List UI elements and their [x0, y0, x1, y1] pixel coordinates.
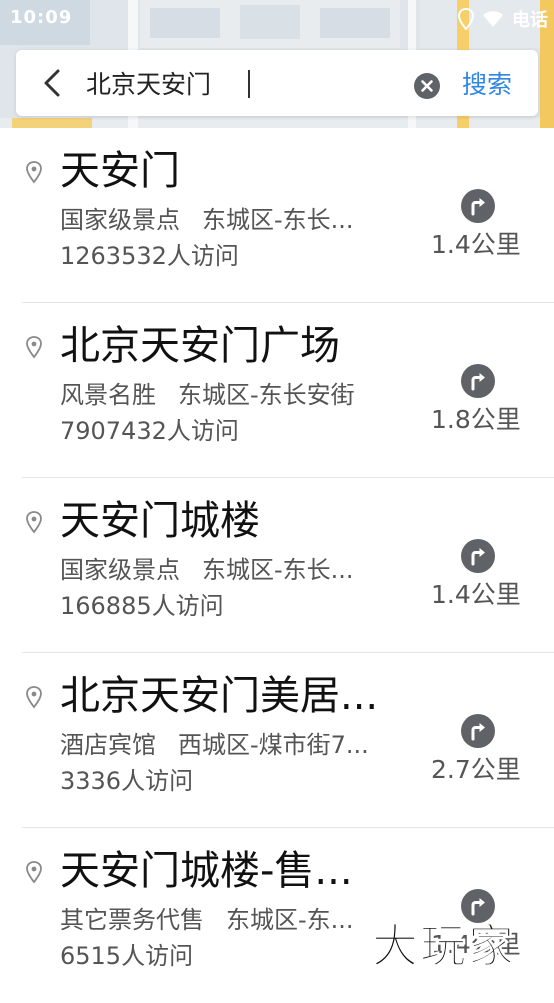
navigation-arrow-icon[interactable]	[460, 363, 496, 399]
result-item[interactable]: 天安门 国家级景点 东城区-东长... 1263532人访问 1.4公里	[0, 128, 554, 303]
result-visits: 166885人访问	[60, 592, 224, 620]
result-address: 东城区-东...	[226, 906, 354, 934]
clear-icon	[421, 80, 433, 92]
result-meta: 风景名胜 东城区-东长安街	[60, 379, 405, 411]
chevron-left-icon[interactable]	[36, 65, 72, 101]
navigation-arrow-icon[interactable]	[460, 538, 496, 574]
result-category: 国家级景点	[60, 556, 180, 584]
result-title: 天安门城楼	[60, 498, 260, 544]
result-distance: 1.4公里	[431, 580, 521, 609]
location-pin-icon	[26, 336, 42, 359]
result-title: 北京天安门广场	[60, 323, 340, 369]
result-distance: 1.4公里	[431, 230, 521, 259]
location-pin-icon	[26, 161, 42, 184]
status-time: 10:09	[10, 7, 73, 28]
result-item[interactable]: 北京天安门广场 风景名胜 东城区-东长安街 7907432人访问 1.8公里	[0, 303, 554, 478]
result-item[interactable]: 北京天安门美居... 酒店宾馆 西城区-煤市街7... 3336人访问 2.7公里	[0, 653, 554, 828]
text-caret	[248, 70, 250, 98]
status-right-text: 电话	[512, 10, 548, 31]
result-meta: 其它票务代售 东城区-东...	[60, 904, 405, 936]
result-distance: 1.8公里	[431, 405, 521, 434]
location-status-icon	[458, 8, 474, 30]
result-title: 天安门	[60, 148, 180, 194]
result-visits: 7907432人访问	[60, 417, 239, 445]
navigation-arrow-icon[interactable]	[460, 713, 496, 749]
search-button[interactable]: 搜索	[462, 65, 512, 101]
result-meta: 国家级景点 东城区-东长...	[60, 204, 405, 236]
watermark: 大玩家	[372, 919, 516, 974]
result-visits: 6515人访问	[60, 942, 194, 970]
search-bar: 搜索	[16, 50, 538, 116]
result-category: 酒店宾馆	[60, 731, 156, 759]
clear-button[interactable]	[414, 73, 440, 99]
results-list: 天安门 国家级景点 东城区-东长... 1263532人访问 1.4公里 北京天安…	[0, 128, 554, 1003]
result-address: 西城区-煤市街7...	[178, 731, 369, 759]
result-visits: 3336人访问	[60, 767, 194, 795]
result-title: 天安门城楼-售...	[60, 848, 353, 894]
result-meta: 酒店宾馆 西城区-煤市街7...	[60, 729, 405, 761]
wifi-icon	[483, 11, 503, 27]
result-distance: 2.7公里	[431, 755, 521, 784]
result-address: 东城区-东长...	[202, 556, 354, 584]
result-category: 其它票务代售	[60, 906, 204, 934]
location-pin-icon	[26, 511, 42, 534]
result-address: 东城区-东长安街	[178, 381, 355, 409]
location-pin-icon	[26, 686, 42, 709]
status-bar: 10:09 电话	[0, 0, 554, 38]
search-input[interactable]	[86, 60, 406, 106]
location-pin-icon	[26, 861, 42, 884]
result-title: 北京天安门美居...	[60, 673, 379, 719]
result-visits: 1263532人访问	[60, 242, 239, 270]
result-address: 东城区-东长...	[202, 206, 354, 234]
result-meta: 国家级景点 东城区-东长...	[60, 554, 405, 586]
status-icons: 电话	[458, 6, 548, 32]
result-category: 风景名胜	[60, 381, 156, 409]
result-category: 国家级景点	[60, 206, 180, 234]
navigation-arrow-icon[interactable]	[460, 188, 496, 224]
result-item[interactable]: 天安门城楼 国家级景点 东城区-东长... 166885人访问 1.4公里	[0, 478, 554, 653]
